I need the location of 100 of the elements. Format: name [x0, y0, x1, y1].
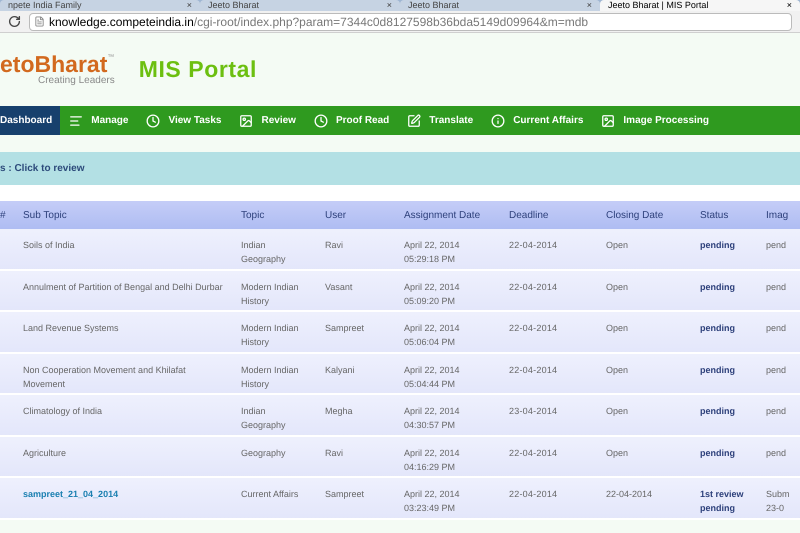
table-cell-text: pend [766, 322, 788, 335]
table-cell-text: April 22, 2014 05:06:04 PM [404, 322, 461, 349]
table-cell-text: 23-04-2014 [509, 405, 558, 418]
table-cell-text: Modern Indian History [241, 280, 300, 308]
table-cell-text: Ravi [325, 446, 344, 460]
nav-item[interactable]: View Tasks [137, 106, 230, 135]
info-icon [491, 114, 506, 128]
table-cell-text: pend [766, 405, 788, 418]
status-cell-text: 1st review pending [700, 488, 745, 515]
table-cell-text: 22-04-2014 [509, 280, 558, 294]
table-cell-text: Subm 23-0 [766, 488, 791, 515]
status-cell-text: pending [700, 280, 736, 294]
image-icon [601, 114, 616, 128]
table-cell-text: 22-04-2014 [509, 239, 558, 252]
table-cell-text: Open [606, 405, 630, 418]
nav-item[interactable]: Manage [60, 106, 138, 135]
table-cell-text: pend [766, 446, 788, 460]
status-cell-text: pending [700, 405, 736, 418]
logo-text: etoBharat [0, 53, 108, 76]
table-cell-text: Modern Indian History [241, 364, 300, 391]
table-cell-text: Vasant [325, 280, 354, 294]
table-cell-text: Sampreet [325, 322, 366, 335]
banner-link[interactable]: s : Click to review [0, 161, 84, 176]
tab-title: Jeeto Bharat | MIS Portal [608, 1, 708, 10]
table-cell-text: Annulment of Partition of Bengal and Delhi Durbar [23, 280, 224, 294]
table-cell-text: Open [606, 280, 630, 294]
tab-title: npete India Family [8, 1, 82, 10]
table-cell-text: 22-04-2014 [509, 446, 558, 460]
status-cell-text: pending [700, 364, 736, 377]
tab-title: Jeeto Bharat [408, 1, 460, 10]
browser-tab[interactable]: Jeeto Bharat × [400, 0, 600, 11]
table-cell-text: Open [606, 364, 630, 377]
close-icon[interactable]: × [786, 1, 792, 10]
table-cell-text: April 22, 2014 05:04:44 PM [404, 364, 461, 390]
browser-tab[interactable]: Jeeto Bharat × [200, 0, 400, 11]
column-header: Status [700, 208, 730, 222]
close-icon[interactable]: × [386, 1, 392, 10]
nav-item[interactable]: Current Affairs [482, 106, 592, 135]
table-cell-text: 22-04-2014 [509, 488, 558, 501]
table-cell-text: Climatology of India [23, 405, 104, 418]
nav-item[interactable]: Dashboard [0, 106, 60, 135]
column-header: Sub Topic [23, 208, 68, 222]
table-cell-text: April 22, 2014 04:16:29 PM [404, 446, 461, 474]
portal-title: MIS Portal [138, 55, 257, 84]
column-header: Imag [766, 208, 790, 222]
status-cell-text: pending [700, 239, 736, 252]
column-header: # [0, 208, 7, 222]
table-cell-text: Indian Geography [241, 239, 287, 266]
table-cell-text: April 22, 2014 04:30:57 PM [404, 405, 461, 432]
table-cell-text: Geography [241, 446, 287, 460]
clock-icon [146, 114, 160, 128]
column-header: Closing Date [606, 208, 664, 222]
image-icon [239, 114, 254, 128]
pencil-icon [407, 114, 422, 128]
close-icon[interactable]: × [186, 1, 192, 10]
nav-item[interactable]: Translate [398, 106, 482, 135]
nav-item[interactable]: Image Processing [592, 106, 718, 135]
reload-icon[interactable] [8, 15, 21, 28]
table-cell-text: Open [606, 322, 630, 335]
table-cell-text: Kalyani [325, 364, 356, 377]
clock-icon [314, 114, 328, 128]
address-bar[interactable]: knowledge.competeindia.in/cgi-root/index.php?param=7344c0d8127598b36bda5149d09964&m=mdb [29, 12, 792, 30]
url-text: knowledge.competeindia.in/cgi-root/index.php?param=7344c0d8127598b36bda5149d09964&m=mdb [49, 14, 588, 30]
table-cell-text: pend [766, 280, 788, 294]
table-cell-text: Indian Geography [241, 405, 287, 432]
column-header: Assignment Date [404, 208, 482, 222]
status-cell-text: pending [700, 446, 736, 460]
table-cell-text: Land Revenue Systems [23, 322, 120, 335]
table-cell-text: Sampreet [325, 488, 366, 501]
table-cell-text: Non Cooperation Movement and Khilafat Movement [23, 364, 187, 390]
page-icon [34, 16, 45, 27]
table-cell-text: pend [766, 239, 788, 252]
tab-title: Jeeto Bharat [208, 1, 260, 10]
nav-item[interactable]: Review [230, 106, 305, 135]
table-cell-text: April 22, 2014 05:29:18 PM [404, 239, 461, 266]
table-cell-text: pend [766, 364, 788, 377]
browser-tab[interactable]: npete India Family × [0, 0, 200, 11]
table-cell-text: Current Affairs [241, 488, 300, 501]
sub-topic-link[interactable]: sampreet_21_04_2014 [23, 487, 241, 518]
table-cell-text: Open [606, 239, 630, 252]
table-cell-text: 22-04-2014 [606, 488, 654, 501]
column-header: Topic [241, 208, 266, 222]
table-cell-text: 22-04-2014 [509, 322, 558, 335]
table-cell-text: April 22, 2014 03:23:49 PM [404, 488, 461, 515]
table-cell-text: Agriculture [23, 446, 68, 460]
table-cell-text: Modern Indian History [241, 322, 300, 349]
table-cell-text: Open [606, 446, 630, 460]
browser-tab[interactable]: Jeeto Bharat | MIS Portal × [600, 0, 800, 11]
close-icon[interactable]: × [586, 1, 592, 10]
table-cell-text: Megha [325, 405, 354, 418]
table-cell-text: Ravi [325, 239, 344, 252]
status-cell-text: pending [700, 322, 736, 335]
table-cell-text: Soils of India [23, 239, 76, 252]
menu-icon [69, 114, 84, 128]
table-cell-text: 22-04-2014 [509, 364, 558, 376]
nav-item[interactable]: Proof Read [304, 106, 398, 135]
column-header: Deadline [509, 208, 550, 222]
column-header: User [325, 208, 348, 222]
table-cell-text: April 22, 2014 05:09:20 PM [404, 280, 461, 308]
logo-tagline: Creating Leaders [38, 76, 115, 86]
